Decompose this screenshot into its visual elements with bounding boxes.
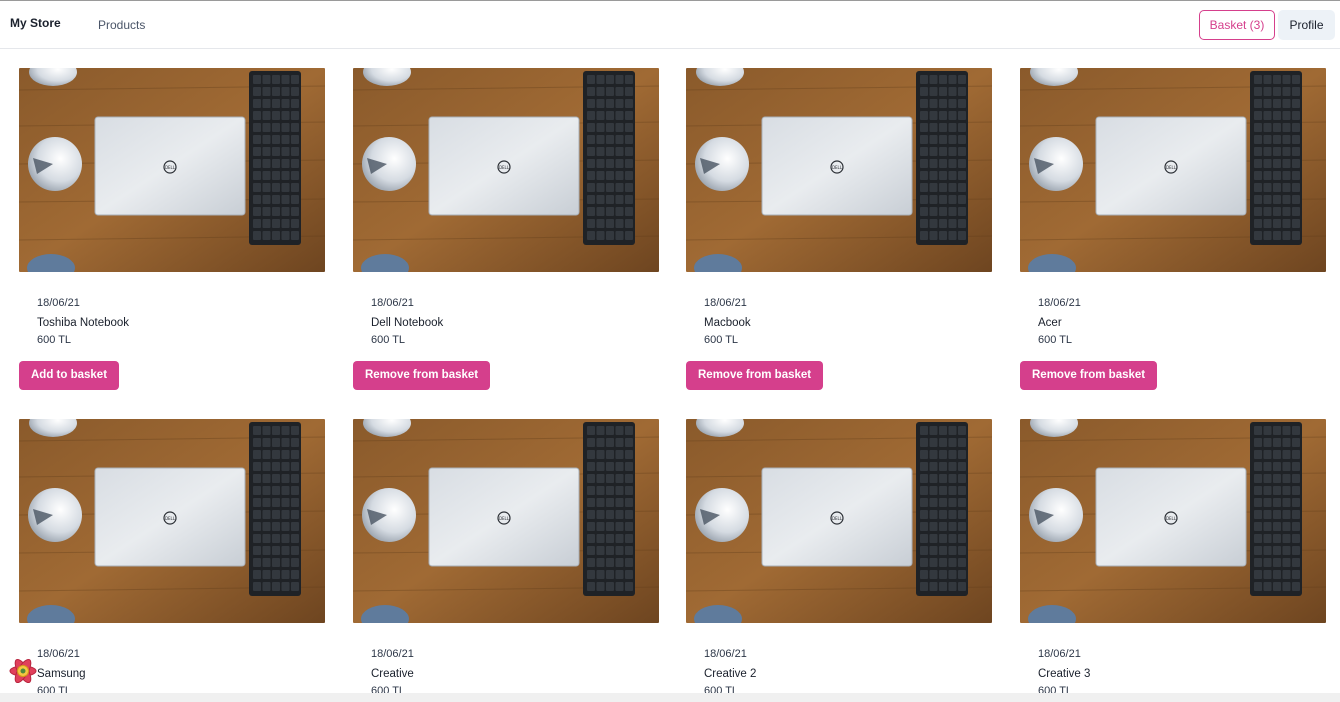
product-price: 600 TL: [37, 334, 72, 346]
product-date: 18/06/21: [1038, 648, 1081, 660]
profile-button[interactable]: Profile: [1278, 10, 1335, 40]
product-name: Macbook: [704, 317, 751, 329]
navbar: My Store Products Basket (3) Profile: [0, 1, 1340, 49]
product-name: Creative: [371, 668, 414, 680]
svg-text:DELL: DELL: [165, 516, 176, 521]
svg-text:DELL: DELL: [1166, 165, 1177, 170]
laptop-photo[interactable]: DELL: [19, 68, 325, 272]
laptop-photo[interactable]: DELL: [353, 419, 659, 623]
product-date: 18/06/21: [1038, 297, 1081, 309]
product-date: 18/06/21: [704, 648, 747, 660]
svg-text:DELL: DELL: [832, 165, 843, 170]
remove-from-basket-button[interactable]: Remove from basket: [686, 361, 824, 390]
product-date: 18/06/21: [37, 648, 80, 660]
product-date: 18/06/21: [704, 297, 747, 309]
product-price: 600 TL: [704, 334, 739, 346]
laptop-photo[interactable]: DELL: [686, 419, 992, 623]
product-price: 600 TL: [1038, 334, 1073, 346]
horizontal-scrollbar[interactable]: [0, 693, 1340, 702]
laptop-photo[interactable]: DELL: [19, 419, 325, 623]
product-name: Samsung: [37, 668, 86, 680]
laptop-photo[interactable]: DELL: [686, 68, 992, 272]
svg-text:DELL: DELL: [1166, 516, 1177, 521]
product-price: 600 TL: [371, 334, 406, 346]
svg-text:DELL: DELL: [165, 165, 176, 170]
product-date: 18/06/21: [371, 648, 414, 660]
product-name: Acer: [1038, 317, 1062, 329]
svg-text:DELL: DELL: [499, 165, 510, 170]
laptop-photo[interactable]: DELL: [1020, 68, 1326, 272]
laptop-photo[interactable]: DELL: [1020, 419, 1326, 623]
product-date: 18/06/21: [37, 297, 80, 309]
product-name: Dell Notebook: [371, 317, 444, 329]
remove-from-basket-button[interactable]: Remove from basket: [353, 361, 491, 390]
svg-text:DELL: DELL: [499, 516, 510, 521]
product-name: Toshiba Notebook: [37, 317, 130, 329]
product-name: Creative 2: [704, 668, 757, 680]
laptop-photo[interactable]: DELL: [353, 68, 659, 272]
add-to-basket-button[interactable]: Add to basket: [19, 361, 120, 390]
product-date: 18/06/21: [371, 297, 414, 309]
product-name: Creative 3: [1038, 668, 1091, 680]
basket-button[interactable]: Basket (3): [1199, 10, 1275, 40]
react-query-devtools-icon[interactable]: [8, 656, 38, 686]
remove-from-basket-button[interactable]: Remove from basket: [1020, 361, 1158, 390]
brand-logo[interactable]: My Store: [10, 16, 61, 30]
svg-text:DELL: DELL: [832, 516, 843, 521]
nav-link-products[interactable]: Products: [98, 18, 145, 32]
